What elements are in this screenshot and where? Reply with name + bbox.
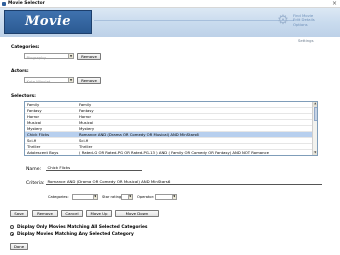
criteria-field-value: Romance AND (Drama OR Comedy OR Musical)… [47, 179, 171, 185]
name-field-value: Chick Flicks [47, 165, 71, 171]
categories-dropdown-value: Biography [26, 54, 46, 60]
scrollbar-thumb[interactable] [313, 107, 317, 121]
chevron-down-icon: ▼ [92, 195, 97, 199]
selectors-list[interactable]: Family Family Fantasy Fantasy Horror Hor… [24, 101, 318, 156]
match-any-label: Display Movies Matching Any Selected Cat… [17, 231, 134, 237]
selectors-label: Selectors: [11, 94, 36, 99]
star-rating-dropdown[interactable]: ▼ [121, 194, 133, 200]
actors-dropdown-value: Kate Winslet [26, 78, 51, 84]
list-scrollbar[interactable]: ▲ ▼ [312, 102, 317, 155]
save-button[interactable]: Save [10, 210, 28, 217]
close-icon[interactable]: × [332, 0, 337, 7]
chevron-down-icon: ▼ [68, 78, 73, 82]
operator-label: Operator: [137, 195, 155, 199]
actors-label: Actors: [11, 69, 29, 74]
done-button[interactable]: Done [10, 243, 28, 250]
categories-dropdown[interactable]: Biography ▼ [24, 53, 74, 60]
filter-categories-label: Categories: [48, 195, 69, 199]
match-all-radio[interactable] [10, 225, 15, 230]
list-item[interactable]: Adolescent Boys ( Rated-G OR Rated-PG OR… [25, 150, 317, 155]
menu-item-options[interactable]: Options [293, 22, 338, 27]
settings-link[interactable]: Settings [298, 38, 314, 43]
actors-dropdown[interactable]: Kate Winslet ▼ [24, 77, 74, 84]
header-menu: Find Movie Edit Details Options [293, 13, 338, 27]
match-all-label: Display Only Movies Matching All Selecte… [17, 224, 148, 230]
chevron-down-icon: ▼ [171, 195, 176, 199]
window-titlebar: Movie Selector × [0, 0, 340, 8]
gear-icon: ⚙ [277, 13, 289, 28]
categories-remove-button[interactable]: Remove [77, 52, 101, 60]
scroll-up-icon[interactable]: ▲ [313, 102, 317, 107]
categories-label: Categories: [11, 45, 40, 50]
remove-button[interactable]: Remove [32, 210, 58, 217]
name-field[interactable]: Chick Flicks [46, 164, 142, 171]
filter-categories-dropdown[interactable]: ▼ [72, 194, 98, 200]
cancel-button[interactable]: Cancel [61, 210, 83, 217]
move-down-button[interactable]: Move Down [115, 210, 159, 217]
window-title: Movie Selector [8, 1, 45, 7]
chevron-down-icon: ▼ [68, 54, 73, 58]
banner-divider [94, 20, 294, 25]
criteria-label: Criteria: [26, 181, 45, 186]
star-rating-label: Star rating: [102, 195, 123, 199]
app-logo: Movie Selector [16, 14, 80, 53]
selector-name: Adolescent Boys [27, 150, 59, 155]
match-any-radio[interactable] [10, 232, 15, 237]
operator-dropdown[interactable]: ▼ [155, 194, 177, 200]
criteria-field[interactable]: Romance AND (Drama OR Comedy OR Musical)… [46, 178, 322, 185]
actors-remove-button[interactable]: Remove [77, 76, 101, 84]
scroll-down-icon[interactable]: ▼ [313, 150, 317, 155]
app-icon [2, 1, 6, 6]
name-label: Name: [26, 167, 42, 172]
header-banner: Movie Selector ⚙ Find Movie Edit Details… [0, 8, 340, 53]
selector-criteria: ( Rated-G OR Rated-PG OR Rated-PG-13 ) A… [79, 150, 269, 155]
chevron-down-icon: ▼ [127, 195, 132, 199]
move-up-button[interactable]: Move Up [86, 210, 112, 217]
